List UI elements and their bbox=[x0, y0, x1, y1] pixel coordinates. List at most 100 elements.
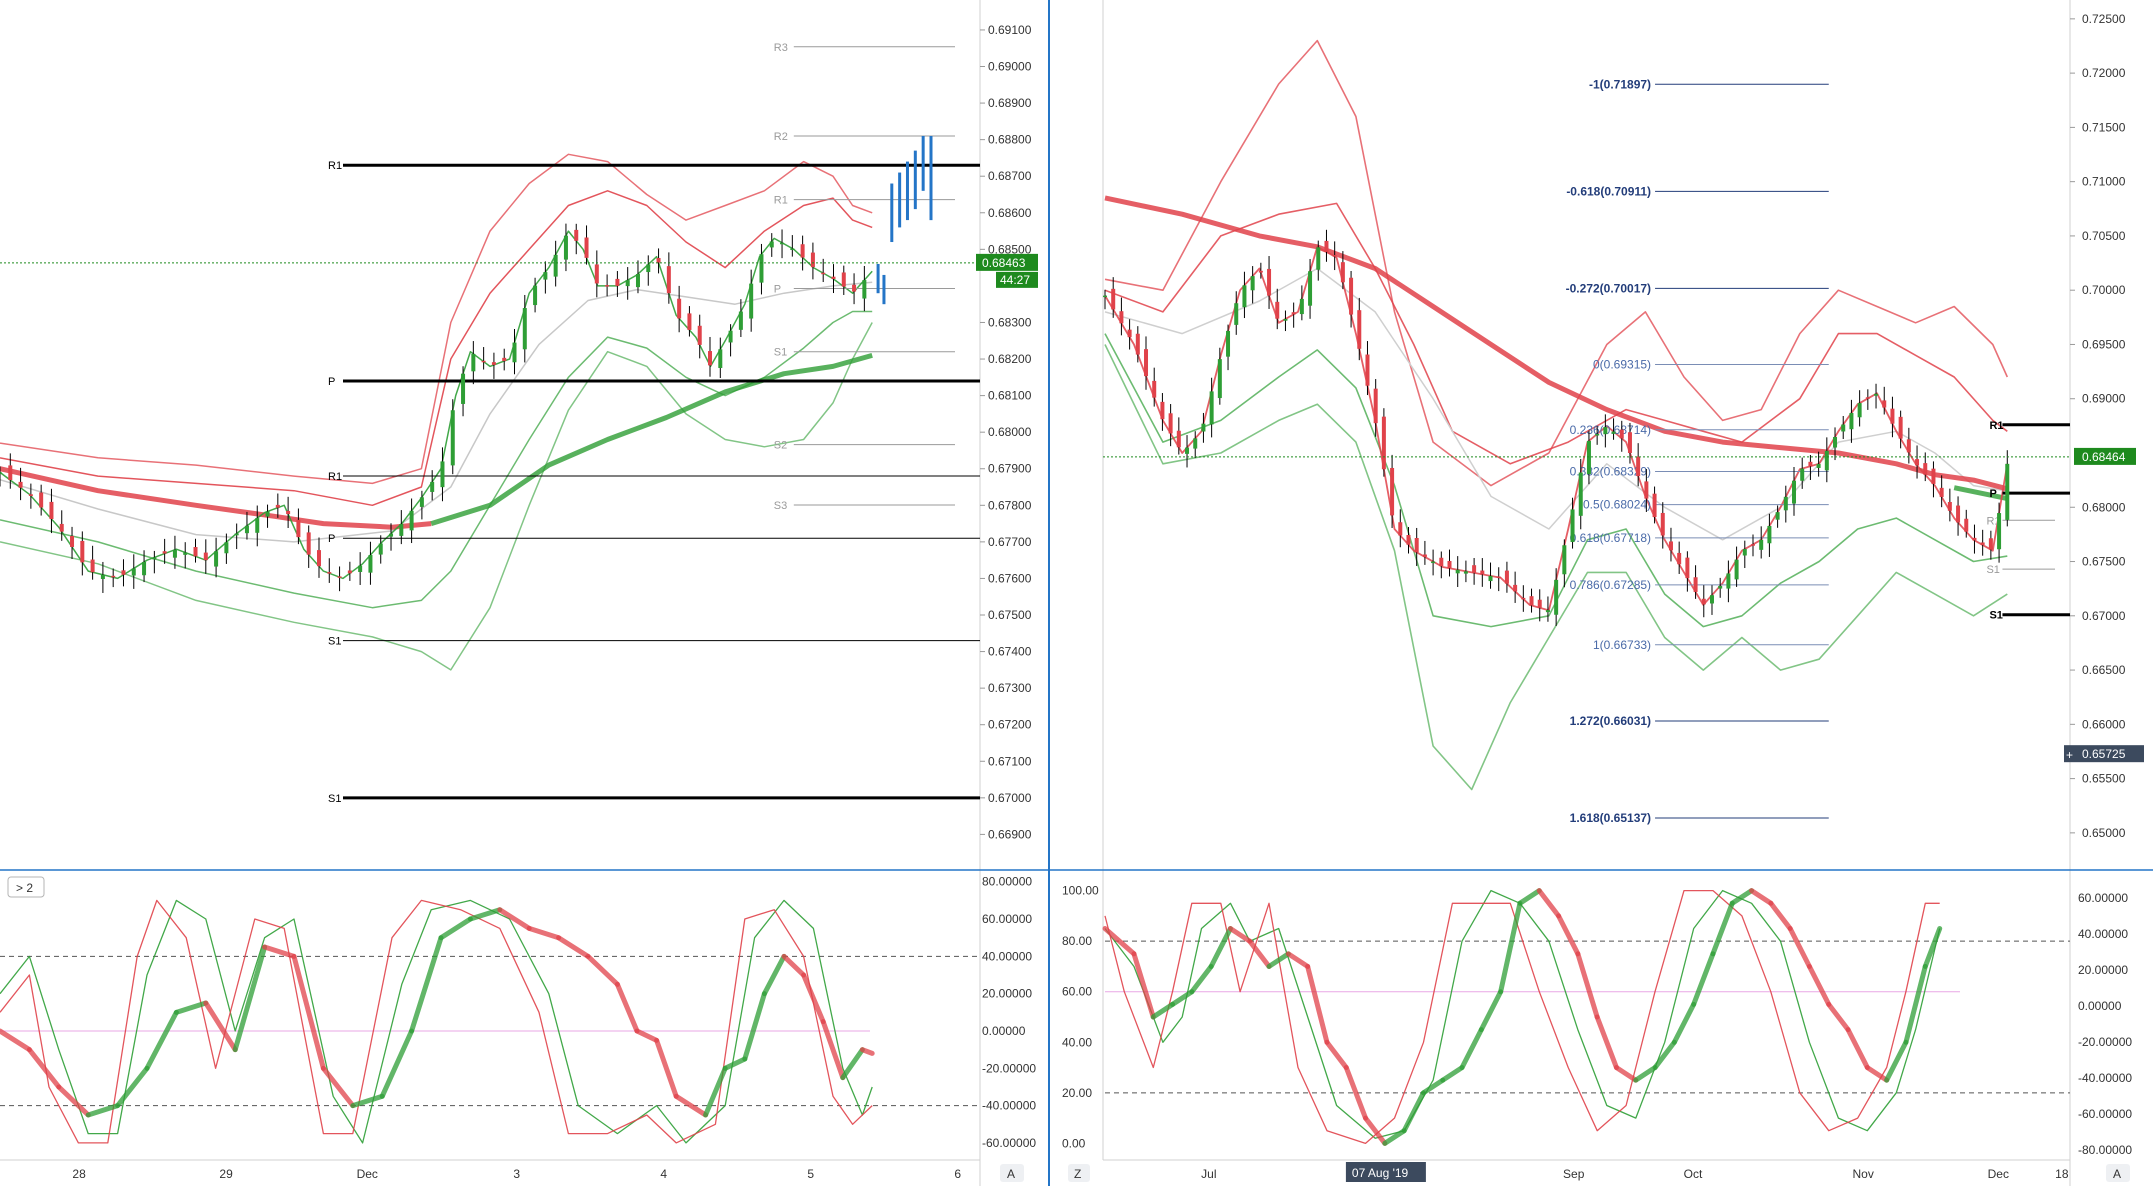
right-candle-body bbox=[1972, 537, 1977, 541]
right-axis-corner-left[interactable]: Z bbox=[1068, 1164, 1090, 1182]
left-candle-body bbox=[574, 229, 579, 241]
left-candle-body bbox=[749, 283, 754, 319]
right-price-tick: 0.67000 bbox=[2082, 609, 2126, 623]
right-candle-body bbox=[1537, 599, 1542, 608]
left-candle-body bbox=[162, 551, 167, 554]
right-candle-body bbox=[1734, 559, 1739, 580]
right-candle-body bbox=[1439, 557, 1444, 567]
left-candle-body bbox=[39, 492, 44, 508]
right-candle-body bbox=[1668, 541, 1673, 551]
crosshair-date-badge: 07 Aug '19 bbox=[1345, 1162, 1426, 1182]
right-candle-body bbox=[1357, 310, 1362, 349]
fib-level-label: -1(0.71897) bbox=[1589, 77, 1651, 91]
fib-level-label: 1.618(0.65137) bbox=[1570, 811, 1651, 825]
left-candle-body bbox=[131, 568, 136, 576]
right-candle-body bbox=[1152, 380, 1157, 398]
left-candle-body bbox=[316, 550, 321, 567]
right-candle-body bbox=[1939, 487, 1944, 497]
right-price-tick: 0.65000 bbox=[2082, 826, 2126, 840]
fib-level-label: 0.236(0.68714) bbox=[1570, 423, 1651, 437]
left-candle-body bbox=[255, 518, 260, 533]
left-candle-body bbox=[347, 570, 352, 574]
left-candle-body bbox=[70, 535, 75, 547]
right-candle-body bbox=[1414, 538, 1419, 553]
left-candle-body bbox=[296, 519, 301, 538]
right-pivot-label: R1 bbox=[1989, 420, 2003, 432]
right-candle-body bbox=[1103, 295, 1107, 298]
right-candle-body bbox=[1841, 424, 1846, 432]
right-candle-body bbox=[1824, 450, 1829, 471]
right-osc-right-tick: -20.00000 bbox=[2078, 1035, 2132, 1049]
left-pivot-grey-label: R3 bbox=[774, 42, 788, 54]
right-price-tick: 0.71500 bbox=[2082, 120, 2126, 134]
left-price-tick: 0.67800 bbox=[988, 498, 1032, 512]
left-candle-body bbox=[368, 555, 373, 573]
left-pivot-bold-label: S1 bbox=[328, 793, 341, 805]
left-osc-main-segment bbox=[859, 1047, 875, 1056]
left-price-tick: 0.67100 bbox=[988, 754, 1032, 768]
left-candle-body bbox=[625, 280, 630, 287]
right-candle-body bbox=[1250, 276, 1255, 291]
right-candle-body bbox=[1906, 439, 1911, 453]
left-current-price-label: 0.68463 bbox=[982, 256, 1026, 270]
left-candle-body bbox=[543, 272, 548, 280]
left-price-tick: 0.67600 bbox=[988, 571, 1032, 585]
right-candle-body bbox=[1373, 388, 1378, 424]
left-price-tick: 0.67200 bbox=[988, 718, 1032, 732]
right-candle-body bbox=[1882, 400, 1887, 408]
right-candle-body bbox=[1513, 584, 1518, 592]
left-candle-body bbox=[419, 497, 424, 507]
right-osc-right-tick: -80.00000 bbox=[2078, 1143, 2132, 1157]
left-pivot-grey-label: R1 bbox=[774, 195, 788, 207]
left-candle-body bbox=[502, 357, 507, 362]
right-candle-body bbox=[1874, 393, 1879, 396]
left-pivot-thin-label: P bbox=[328, 533, 335, 545]
left-price-tick: 0.67400 bbox=[988, 645, 1032, 659]
left-price-tick: 0.66900 bbox=[988, 827, 1032, 841]
right-candle-body bbox=[1980, 542, 1985, 545]
right-time-tick: 18 bbox=[2055, 1167, 2069, 1181]
right-candle-body bbox=[1422, 554, 1427, 557]
left-price-tick: 0.68200 bbox=[988, 352, 1032, 366]
left-osc-tick: 20.00000 bbox=[982, 987, 1032, 1001]
left-candle-body bbox=[635, 274, 640, 288]
right-time-tick: Nov bbox=[1853, 1167, 1874, 1181]
right-osc-right-tick: -40.00000 bbox=[2078, 1071, 2132, 1085]
right-pivot-label: P bbox=[1989, 488, 1996, 500]
left-candle-body bbox=[800, 244, 805, 258]
right-candle-body bbox=[1496, 576, 1501, 578]
right-candle-body bbox=[1258, 270, 1263, 273]
left-candle-body bbox=[18, 481, 23, 488]
left-price-axis[interactable]: 0.69100 0.69000 0.68900 0.68800 0.68700 0.686… bbox=[980, 23, 1032, 841]
right-osc-left-tick: 100.00 bbox=[1062, 884, 1099, 898]
right-axis-mode-button[interactable]: A bbox=[2106, 1164, 2130, 1182]
right-candle-body bbox=[1324, 240, 1329, 252]
right-price-tick: 0.72000 bbox=[2082, 66, 2126, 80]
left-candle-body bbox=[831, 276, 836, 279]
right-current-price-badge: 0.68464 bbox=[2074, 447, 2136, 465]
right-time-tick: Sep bbox=[1563, 1167, 1585, 1181]
left-candle-body bbox=[666, 266, 671, 294]
right-axis-corner-label: A bbox=[2113, 1167, 2121, 1181]
countdown-label: 44:27 bbox=[1000, 273, 1030, 287]
right-candle-body bbox=[1291, 312, 1296, 315]
right-candle-body bbox=[1545, 610, 1550, 613]
left-candle-body bbox=[378, 543, 383, 555]
right-candle-body bbox=[1488, 575, 1493, 582]
right-osc-right-tick: 0.00000 bbox=[2078, 999, 2122, 1013]
left-candle-body bbox=[0, 472, 2, 474]
right-candle-body bbox=[1701, 598, 1706, 605]
left-osc-tick: 0.00000 bbox=[982, 1024, 1026, 1038]
left-axis-mode-button[interactable]: A bbox=[1000, 1164, 1024, 1182]
right-osc-left-tick: 0.00 bbox=[1062, 1136, 1086, 1150]
right-time-tick: Dec bbox=[1988, 1167, 2009, 1181]
left-candle-body bbox=[142, 561, 147, 576]
left-candle-body bbox=[646, 264, 651, 273]
right-osc-left-tick: 60.00 bbox=[1062, 985, 1092, 999]
right-candle-body bbox=[1759, 539, 1764, 550]
osc-collapse-button[interactable]: > 2 bbox=[7, 876, 45, 898]
trading-workspace[interactable]: 0.69100 0.69000 0.68900 0.68800 0.68700 0.686… bbox=[0, 0, 2153, 1186]
left-osc-tick: -60.00000 bbox=[982, 1136, 1036, 1150]
right-candle-body bbox=[1168, 413, 1173, 434]
left-pivot-grey-label: S2 bbox=[774, 440, 787, 452]
